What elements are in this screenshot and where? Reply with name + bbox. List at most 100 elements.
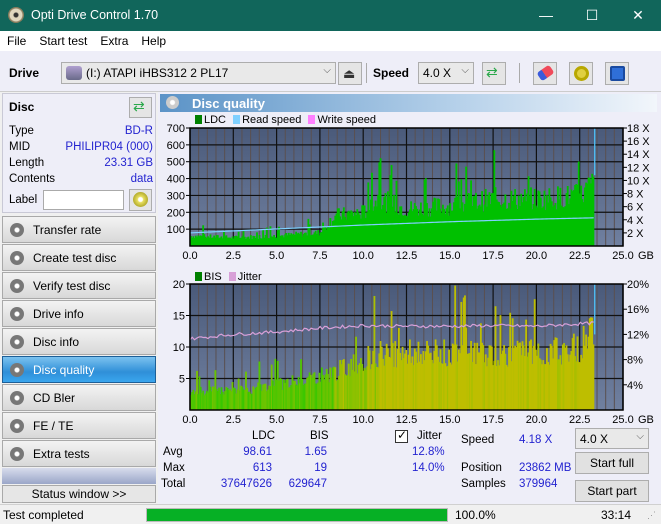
y-tick-label: 100	[167, 224, 185, 236]
x-tick-label: 20.0	[526, 250, 547, 262]
position-value: 23862 MB	[519, 462, 572, 474]
x-tick-label: 0.0	[182, 414, 197, 424]
save-button[interactable]	[605, 62, 629, 85]
menu-help[interactable]: Help	[134, 31, 172, 48]
nav-fe-te[interactable]: FE / TE	[2, 412, 156, 439]
disc-heading: Disc	[9, 100, 35, 114]
contents-label: Contents	[9, 173, 56, 185]
stats-panel: LDC BIS Avg 98.61 1.65 Max 613 19 Total …	[158, 428, 661, 504]
jitter-max: 14.0%	[412, 462, 445, 474]
col-ldc: LDC	[252, 430, 276, 442]
disc-quality-icon	[166, 96, 179, 109]
title-bar: Opti Drive Control 1.70 — ☐ ✕	[0, 0, 661, 31]
main-panel: Disc quality LDC Read speed Write speed …	[158, 92, 661, 504]
x-tick-label: 0.0	[182, 250, 197, 262]
x-tick-label: 10.0	[352, 414, 373, 424]
nav-extra-tests[interactable]: Extra tests	[2, 440, 156, 467]
nav-create-test-disc[interactable]: Create test disc	[2, 244, 156, 271]
menu-file[interactable]: File	[0, 31, 32, 48]
nav-verify-test-disc[interactable]: Verify test disc	[2, 272, 156, 299]
test-speed-select[interactable]: 4.0 X ⌵	[575, 428, 649, 449]
y-tick-label: 20	[173, 279, 185, 291]
type-label: Type	[9, 125, 34, 137]
samples-value: 379964	[519, 478, 558, 490]
nav-label: Verify test disc	[33, 279, 111, 293]
x-tick-label: 7.5	[312, 250, 327, 262]
nav-disc-quality[interactable]: Disc quality	[2, 356, 156, 383]
status-text: Test completed	[3, 508, 84, 522]
status-bar: Test completed 100.0% 33:14 ⋰	[0, 504, 661, 524]
samples-label: Samples	[461, 478, 506, 490]
label-disc-button[interactable]	[129, 189, 152, 211]
y-tick-label: 15	[173, 311, 185, 323]
nav-cd-bler[interactable]: CD Bler	[2, 384, 156, 411]
check-icon: ✓	[397, 428, 408, 442]
settings-button[interactable]	[569, 62, 593, 85]
menu-extra[interactable]: Extra	[93, 31, 134, 48]
x-tick-label: 12.5	[396, 414, 417, 424]
y-tick-label: 200	[167, 207, 185, 219]
save-icon	[610, 66, 625, 81]
avg-bis: 1.65	[304, 446, 327, 458]
start-part-button[interactable]: Start part	[575, 480, 649, 502]
drive-info-icon	[10, 307, 24, 321]
erase-button[interactable]	[533, 62, 557, 85]
jitter-checkbox[interactable]: ✓	[395, 428, 408, 443]
x-tick-label: 5.0	[269, 414, 284, 424]
x-tick-label: 17.5	[482, 250, 503, 262]
menu-start-test[interactable]: Start test	[32, 31, 93, 48]
nav-label: Drive info	[33, 307, 84, 321]
y2-tick-label: 8 X	[627, 189, 644, 201]
maximize-button[interactable]: ☐	[569, 0, 615, 31]
create-test-disc-icon	[10, 251, 24, 265]
jitter-label: Jitter	[417, 430, 442, 442]
y-tick-label: 300	[167, 190, 185, 202]
nav-label: Create test disc	[33, 251, 117, 265]
speed-label: Speed	[461, 434, 495, 446]
nav-disc-info[interactable]: Disc info	[2, 328, 156, 355]
transfer-rate-icon	[10, 223, 24, 237]
y-tick-label: 5	[179, 374, 185, 386]
start-full-button[interactable]: Start full	[575, 452, 649, 474]
length-value: 23.31 GB	[104, 157, 153, 169]
close-button[interactable]: ✕	[615, 0, 661, 31]
nav-drive-info[interactable]: Drive info	[2, 300, 156, 327]
y2-tick-label: 12%	[627, 329, 649, 341]
y-tick-label: 400	[167, 174, 185, 186]
y-tick-label: 10	[173, 342, 185, 354]
disc-refresh-button[interactable]: ⇄	[129, 97, 152, 118]
chevron-down-icon: ⌵	[323, 65, 331, 76]
jitter-avg: 12.8%	[412, 446, 445, 458]
label-input[interactable]	[43, 190, 124, 210]
window-title: Opti Drive Control 1.70	[31, 8, 159, 22]
type-value: BD-R	[124, 125, 153, 137]
disc-quality-icon	[10, 363, 24, 377]
separator	[366, 63, 367, 83]
y-tick-label: 700	[167, 123, 185, 135]
y-tick-label: 500	[167, 157, 185, 169]
mid-value: PHILIPR04 (000)	[65, 141, 153, 153]
elapsed-time: 33:14	[601, 508, 632, 522]
minimize-button[interactable]: —	[523, 0, 569, 31]
refresh-button[interactable]: ⇄	[482, 62, 506, 85]
resize-grip-icon[interactable]: ⋰	[647, 510, 656, 521]
total-ldc: 37647626	[220, 478, 272, 490]
y2-tick-label: 18 X	[627, 123, 650, 135]
bis-chart: 5 10 15 20 4% 8% 12% 16% 20% 0.0 2.5 5.0 7.5 10.0 12.5…	[173, 279, 654, 424]
nav-transfer-rate[interactable]: Transfer rate	[2, 216, 156, 243]
speed-select[interactable]: 4.0 X ⌵	[418, 62, 474, 84]
nav-label: CD Bler	[33, 391, 76, 405]
drive-select[interactable]: (I:) ATAPI iHBS312 2 PL17 ⌵	[61, 62, 336, 84]
total-bis: 629647	[288, 478, 327, 490]
x-tick-label: 20.0	[526, 414, 547, 424]
status-window-button[interactable]: Status window >>	[2, 485, 156, 503]
eject-button[interactable]: ⏏	[338, 62, 362, 85]
y2-tick-label: 20%	[627, 279, 649, 291]
nav-label: FE / TE	[33, 419, 74, 433]
disc-info-icon	[10, 335, 24, 349]
y2-tick-label: 16%	[627, 304, 649, 316]
fe-te-icon	[10, 419, 24, 433]
toolbar: Drive (I:) ATAPI iHBS312 2 PL17 ⌵ ⏏ Spee…	[0, 51, 661, 92]
drive-label: Drive	[9, 66, 40, 80]
nav-label: Disc info	[33, 335, 80, 349]
